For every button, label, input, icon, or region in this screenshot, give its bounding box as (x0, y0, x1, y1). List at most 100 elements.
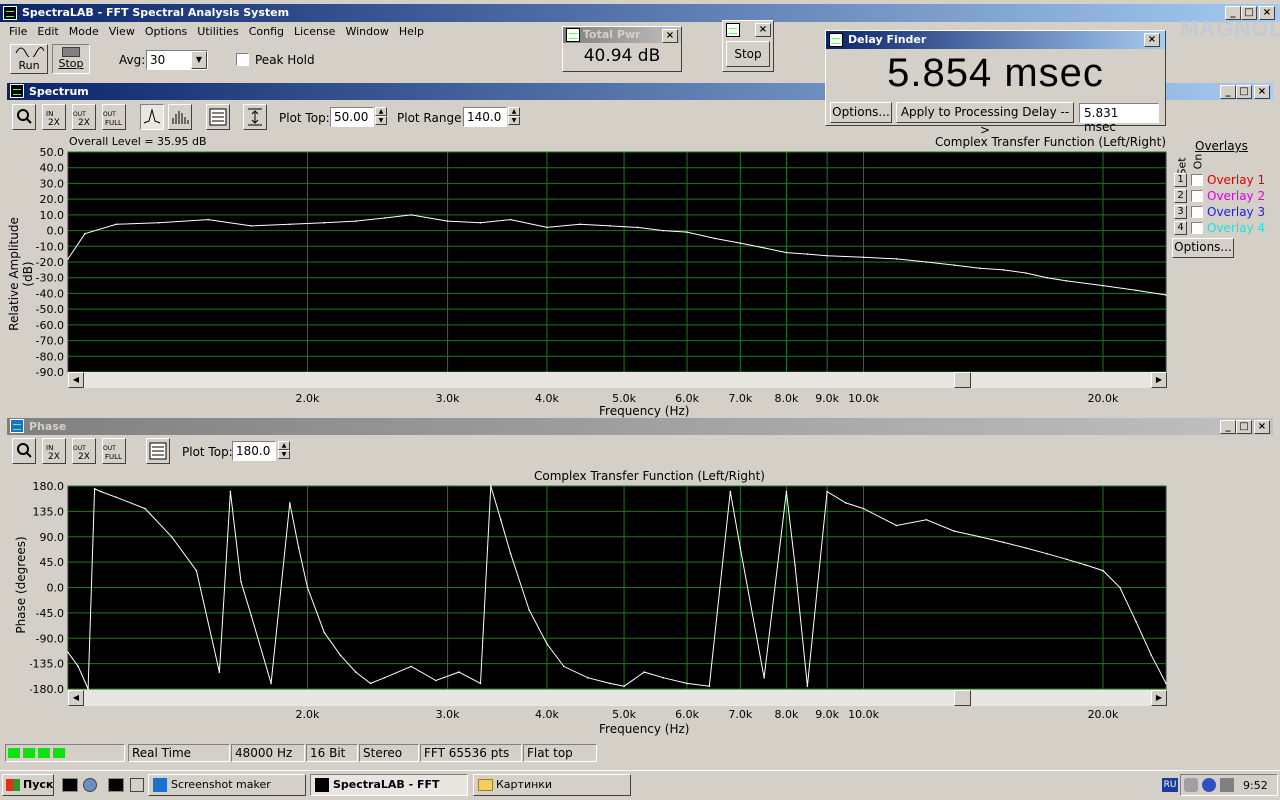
task-screenshot-maker[interactable]: Screenshot maker (148, 774, 306, 796)
spectrum-close-icon[interactable]: × (1254, 85, 1270, 99)
stop-window-button[interactable]: Stop (726, 41, 770, 67)
overlay-on-checkbox[interactable] (1191, 190, 1203, 202)
zoom-out-2x-button[interactable]: OUT 2X (72, 104, 96, 130)
start-button[interactable]: Пуск (2, 774, 54, 796)
spin-down-icon[interactable]: ▼ (375, 116, 387, 125)
tray-icon-1[interactable] (1184, 778, 1198, 792)
tray-icon-2[interactable] (1202, 778, 1216, 792)
phase-minimize-icon[interactable]: _ (1220, 420, 1236, 434)
data-point (100, 490, 102, 493)
menu-options[interactable]: Options (140, 23, 192, 41)
overlay-label[interactable]: Overlay 1 (1207, 173, 1265, 187)
zoom-button[interactable] (12, 104, 36, 130)
overlay-on-checkbox[interactable] (1191, 206, 1203, 218)
lang-indicator[interactable]: RU (1162, 778, 1178, 792)
stop-button[interactable]: Stop (52, 44, 90, 74)
data-point (586, 676, 589, 679)
apply-delay-button[interactable]: Apply to Processing Delay --> (896, 102, 1074, 137)
zoom-out-full-button[interactable]: OUT FULL (102, 104, 126, 130)
overlay-set-button[interactable]: 4 (1174, 221, 1187, 235)
quicklaunch-spectralab-icon[interactable] (108, 778, 124, 792)
menu-file[interactable]: File (4, 23, 32, 41)
task-spectralab[interactable]: SpectraLAB - FFT Spe... (310, 774, 468, 800)
delay-finder-close-icon[interactable]: × (1144, 33, 1160, 47)
spectrum-plot-range-spinner[interactable]: ▲ ▼ (508, 107, 520, 125)
total-pwr-close-icon[interactable]: × (662, 29, 678, 43)
scroll-left-icon[interactable]: ◀ (68, 690, 84, 706)
scroll-left-icon[interactable]: ◀ (68, 372, 84, 388)
phase-plot-top-spinner[interactable]: ▲ ▼ (278, 441, 290, 459)
phase-scrollbar[interactable]: ◀ ▶ (68, 690, 1167, 706)
overlay-set-button[interactable]: 2 (1174, 189, 1187, 203)
data-point (979, 536, 981, 538)
data-point (240, 581, 242, 583)
quicklaunch-desktop-icon[interactable] (130, 778, 144, 792)
overlay-set-button[interactable]: 1 (1174, 173, 1187, 187)
zoom-out-2x-icon: OUT2X (73, 111, 90, 126)
phase-plot-top-input[interactable]: 180.0 (232, 441, 276, 461)
menu-mode[interactable]: Mode (64, 23, 104, 41)
menu-license[interactable]: License (289, 23, 340, 41)
chevron-down-icon[interactable]: ▼ (191, 51, 207, 69)
spin-up-icon[interactable]: ▲ (375, 107, 387, 116)
line-plot-icon (143, 108, 161, 124)
phase-zoom-out-2x-button[interactable]: OUT 2X (72, 438, 96, 464)
spin-up-icon[interactable]: ▲ (278, 441, 290, 450)
run-button[interactable]: Run (10, 44, 48, 74)
bar-mode-button[interactable] (168, 104, 192, 130)
overlay-label[interactable]: Overlay 3 (1207, 205, 1265, 219)
quicklaunch-browser-icon[interactable] (83, 778, 97, 792)
spin-down-icon[interactable]: ▼ (508, 116, 520, 125)
menu-config[interactable]: Config (244, 23, 289, 41)
phase-plot-top-label: Plot Top: (182, 445, 233, 459)
spectrum-plot-range-input[interactable]: 140.0 (463, 107, 507, 127)
overlay-on-checkbox[interactable] (1191, 174, 1203, 186)
scroll-right-icon[interactable]: ▶ (1151, 690, 1167, 706)
overlay-label[interactable]: Overlay 4 (1207, 221, 1265, 235)
scroll-right-icon[interactable]: ▶ (1151, 372, 1167, 388)
phase-zoom-out-full-button[interactable]: OUT FULL (102, 438, 126, 464)
delay-finder-value: 5.854 msec (887, 51, 1104, 95)
scroll-thumb[interactable] (954, 690, 971, 706)
spin-down-icon[interactable]: ▼ (278, 450, 290, 459)
overlays-label[interactable]: Overlays (1195, 139, 1248, 153)
delay-finder-window: Delay Finder × 5.854 msec Options... App… (825, 30, 1166, 137)
spectrum-minimize-icon[interactable]: _ (1220, 85, 1236, 99)
overlay-on-checkbox[interactable] (1191, 222, 1203, 234)
x-tick-label: 10.0k (848, 708, 879, 721)
phase-titlebar: Phase (7, 418, 1273, 435)
menu-edit[interactable]: Edit (32, 23, 63, 41)
spectrum-maximize-icon[interactable]: □ (1236, 85, 1252, 99)
avg-select[interactable]: 30 ▼ (146, 50, 208, 70)
line-mode-button[interactable] (140, 104, 164, 130)
phase-close-icon[interactable]: × (1254, 420, 1270, 434)
peak-hold-checkbox[interactable] (236, 53, 249, 66)
delay-options-button[interactable]: Options... (830, 102, 892, 123)
tray-volume-icon[interactable] (1220, 778, 1234, 792)
autoscale-button[interactable] (243, 104, 267, 130)
spectrum-plot-top-input[interactable]: 50.00 (330, 107, 374, 127)
phase-display-settings-button[interactable] (146, 438, 170, 464)
overlay-label[interactable]: Overlay 2 (1207, 189, 1265, 203)
spectrum-plot-top-spinner[interactable]: ▲ ▼ (375, 107, 387, 125)
zoom-in-2x-button[interactable]: IN 2X (42, 104, 66, 130)
display-settings-button[interactable] (206, 104, 230, 130)
delay-value-field[interactable]: 5.831 msec (1079, 103, 1159, 134)
phase-zoom-in-2x-button[interactable]: IN 2X (42, 438, 66, 464)
spin-up-icon[interactable]: ▲ (508, 107, 520, 116)
phase-zoom-button[interactable] (12, 438, 36, 464)
overlay-options-button[interactable]: Options... (1172, 238, 1234, 258)
data-point (1102, 284, 1104, 287)
spectrum-scrollbar[interactable]: ◀ ▶ (68, 372, 1167, 388)
stop-window-close-icon[interactable]: × (755, 23, 771, 37)
overlay-set-button[interactable]: 3 (1174, 205, 1187, 219)
quicklaunch-app-icon[interactable] (62, 778, 78, 792)
menu-window[interactable]: Window (340, 23, 393, 41)
menu-view[interactable]: View (104, 23, 140, 41)
scroll-thumb[interactable] (954, 372, 971, 388)
menu-help[interactable]: Help (394, 23, 429, 41)
menu-utilities[interactable]: Utilities (192, 23, 243, 41)
task-folder[interactable]: Картинки (473, 774, 631, 796)
phase-maximize-icon[interactable]: □ (1236, 420, 1252, 434)
status-mode: Real Time (128, 744, 230, 762)
